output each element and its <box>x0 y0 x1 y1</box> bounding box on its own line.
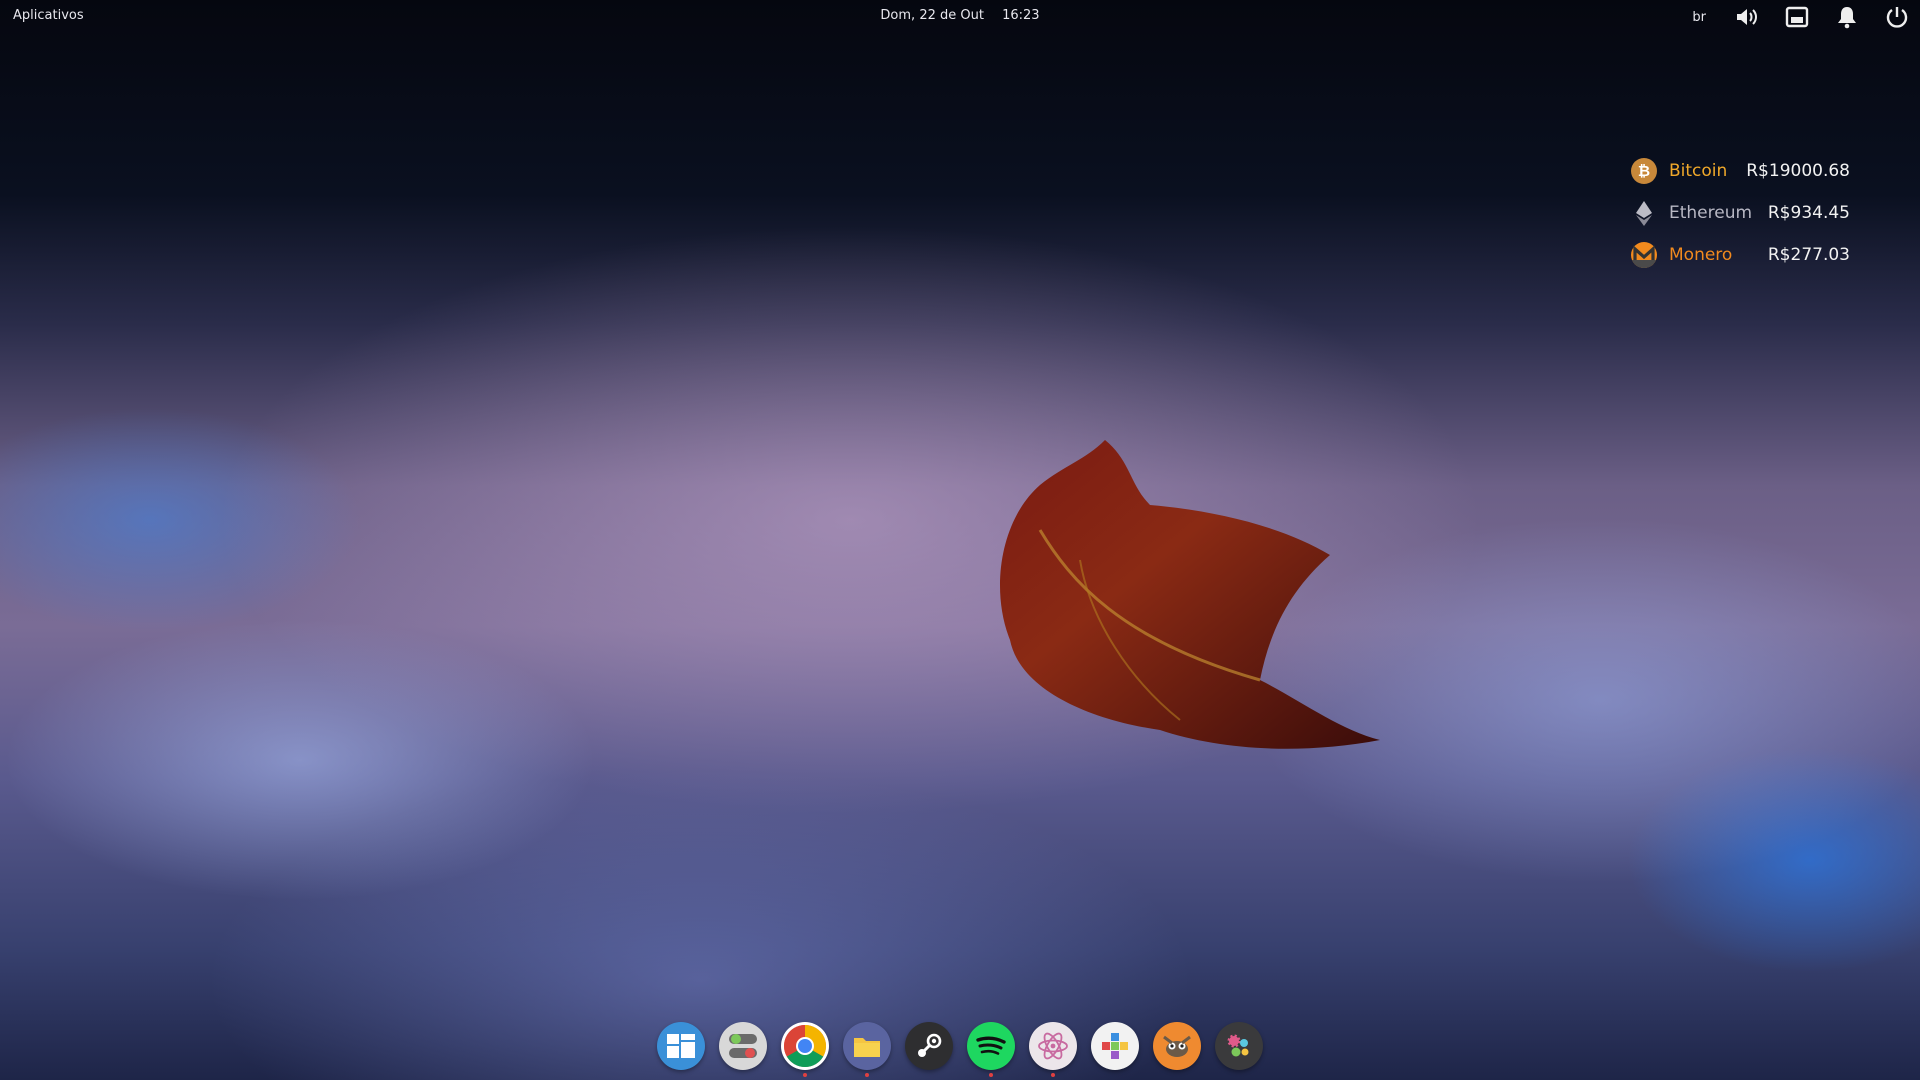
running-indicator <box>803 1073 807 1077</box>
time-label: 16:23 <box>1002 8 1040 23</box>
running-indicator <box>989 1073 993 1077</box>
power-icon[interactable] <box>1884 4 1910 30</box>
settings-toggle-icon <box>729 1034 757 1058</box>
monero-icon <box>1631 242 1657 268</box>
crypto-name: Ethereum <box>1669 203 1753 223</box>
dock-item-gimp[interactable] <box>1153 1022 1201 1070</box>
crypto-row-bitcoin: ₿ Bitcoin R$19000.68 <box>1630 150 1850 192</box>
dock-item-tweaks[interactable] <box>1215 1022 1263 1070</box>
folder-icon <box>854 1038 880 1057</box>
ethereum-icon <box>1636 201 1652 226</box>
bitcoin-icon: ₿ <box>1631 158 1657 184</box>
dock-item-multitasking-view[interactable] <box>657 1022 705 1070</box>
keyboard-layout-indicator[interactable]: br <box>1692 10 1706 25</box>
multitasking-icon <box>667 1034 695 1058</box>
dock-item-spotify[interactable] <box>967 1022 1015 1077</box>
gimp-icon <box>1163 1035 1191 1057</box>
dock-item-system-settings[interactable] <box>719 1022 767 1070</box>
crypto-value: R$934.45 <box>1767 203 1850 223</box>
running-indicator <box>1051 1073 1055 1077</box>
dock-item-atom[interactable] <box>1029 1022 1077 1077</box>
wallpaper-leaf <box>1000 440 1380 749</box>
top-panel: Aplicativos Dom, 22 de Out 16:23 br <box>0 0 1920 32</box>
running-indicator <box>865 1073 869 1077</box>
crypto-name: Monero <box>1669 245 1733 265</box>
tweaks-icon <box>1227 1034 1249 1057</box>
spotify-icon <box>976 1036 1006 1055</box>
system-tray: br <box>1692 4 1910 30</box>
date-time[interactable]: Dom, 22 de Out 16:23 <box>0 8 1920 23</box>
dock-item-files[interactable] <box>843 1022 891 1077</box>
dock-item-chrome[interactable] <box>781 1022 829 1077</box>
screenshot-icon[interactable] <box>1784 4 1810 30</box>
atom-icon <box>1038 1032 1068 1060</box>
volume-icon[interactable] <box>1734 4 1760 30</box>
dock <box>0 1022 1920 1077</box>
crypto-name: Bitcoin <box>1669 161 1728 181</box>
svg-text:₿: ₿ <box>1638 162 1650 180</box>
crypto-prices-widget: ₿ Bitcoin R$19000.68 Ethereum R$934.45 M… <box>1630 150 1850 276</box>
steam-icon <box>918 1033 942 1057</box>
dock-item-steam[interactable] <box>905 1022 953 1070</box>
chrome-icon <box>783 1025 827 1068</box>
crypto-row-ethereum: Ethereum R$934.45 <box>1630 192 1850 234</box>
appcenter-icon <box>1102 1033 1128 1059</box>
crypto-value: R$19000.68 <box>1746 161 1850 181</box>
dock-item-appcenter[interactable] <box>1091 1022 1139 1070</box>
date-label: Dom, 22 de Out <box>880 8 984 23</box>
crypto-value: R$277.03 <box>1767 245 1850 265</box>
notifications-icon[interactable] <box>1834 4 1860 30</box>
crypto-row-monero: Monero R$277.03 <box>1630 234 1850 276</box>
